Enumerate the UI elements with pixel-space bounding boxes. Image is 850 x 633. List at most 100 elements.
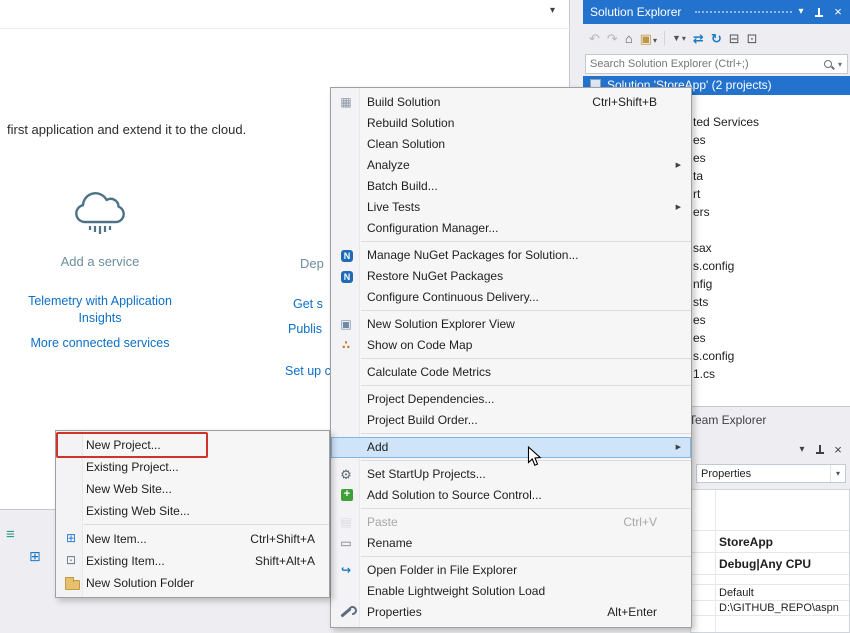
code-map-icon	[336, 335, 356, 356]
property-value[interactable]: D:\GITHUB_REPO\aspn	[691, 600, 849, 616]
menu-separator	[361, 310, 691, 311]
more-connected-services-link[interactable]: More connected services	[10, 336, 190, 350]
solution-explorer-titlebar: Solution Explorer ▾ ×	[583, 0, 850, 24]
add-service-label: Add a service	[20, 254, 180, 269]
property-value[interactable]: Default	[691, 584, 849, 600]
existing-item-icon	[61, 550, 81, 571]
solution-context-menu: Build SolutionCtrl+Shift+B Rebuild Solut…	[330, 87, 692, 628]
menu-item-project-dependencies[interactable]: Project Dependencies...	[331, 389, 691, 410]
submenu-item-new-solution-folder[interactable]: New Solution Folder	[56, 572, 329, 594]
publish-link-fragment[interactable]: Publis	[288, 322, 322, 336]
menu-item-build-solution[interactable]: Build SolutionCtrl+Shift+B	[331, 92, 691, 113]
menu-separator	[361, 358, 691, 359]
submenu-item-existing-item[interactable]: Existing Item...Shift+Alt+A	[56, 550, 329, 572]
build-icon	[336, 92, 356, 113]
set-up-link-fragment[interactable]: Set up c	[285, 364, 331, 378]
property-value[interactable]: Debug|Any CPU	[691, 552, 849, 574]
search-input[interactable]	[586, 58, 824, 70]
menu-item-configure-continuous-delivery[interactable]: Configure Continuous Delivery...	[331, 287, 691, 308]
menu-item-manage-nuget[interactable]: Manage NuGet Packages for Solution...	[331, 245, 691, 266]
collapse-all-icon[interactable]: ⊟	[729, 32, 740, 45]
list-icon[interactable]: ≡	[6, 526, 15, 543]
properties-pages-icon[interactable]: ⊡	[747, 32, 758, 45]
open-folder-icon	[336, 560, 356, 581]
pin-icon[interactable]	[810, 0, 828, 24]
menu-item-analyze[interactable]: Analyze	[331, 155, 691, 176]
properties-titlebar: ▾ ×	[690, 438, 850, 464]
submenu-item-existing-project[interactable]: Existing Project...	[56, 456, 329, 478]
new-view-icon	[336, 314, 356, 335]
rename-icon	[336, 533, 356, 554]
property-value[interactable]: StoreApp	[691, 530, 849, 552]
menu-item-calculate-code-metrics[interactable]: Calculate Code Metrics	[331, 362, 691, 383]
new-item-icon	[61, 528, 81, 549]
vs-window: ▾ first application and extend it to the…	[0, 0, 850, 633]
toolbar-separator	[664, 31, 665, 45]
mouse-cursor	[527, 446, 542, 468]
home-icon[interactable]: ⌂	[625, 32, 633, 45]
search-box: ▾	[585, 54, 848, 74]
menu-item-rename[interactable]: Rename	[331, 533, 691, 554]
menu-item-enable-lightweight-solution-load[interactable]: Enable Lightweight Solution Load	[331, 581, 691, 602]
get-started-link-fragment[interactable]: Get s	[293, 297, 323, 311]
submenu-item-existing-web-site[interactable]: Existing Web Site...	[56, 500, 329, 522]
nuget-icon	[336, 245, 356, 266]
window-position-icon[interactable]: ▾	[794, 442, 810, 458]
toolbar-divider	[0, 28, 570, 29]
back-icon[interactable]: ↶	[589, 32, 600, 45]
menu-item-add[interactable]: Add	[331, 437, 691, 458]
wrench-icon	[336, 602, 356, 623]
gear-icon	[336, 464, 356, 485]
solution-explorer-title: Solution Explorer	[590, 5, 681, 19]
menu-item-restore-nuget[interactable]: Restore NuGet Packages	[331, 266, 691, 287]
start-page-intro-text: first application and extend it to the c…	[7, 122, 246, 137]
menu-item-properties[interactable]: PropertiesAlt+Enter	[331, 602, 691, 623]
menu-item-rebuild-solution[interactable]: Rebuild Solution	[331, 113, 691, 134]
menu-item-live-tests[interactable]: Live Tests	[331, 197, 691, 218]
source-control-plus-icon	[336, 485, 356, 506]
filter-icon[interactable]: ▼	[672, 34, 686, 43]
sync-icon[interactable]: ⇄	[693, 32, 704, 45]
menu-item-set-startup-projects[interactable]: Set StartUp Projects...	[331, 464, 691, 485]
submenu-item-new-web-site[interactable]: New Web Site...	[56, 478, 329, 500]
document-dropdown-icon[interactable]: ▾	[550, 5, 555, 16]
refresh-icon[interactable]: ↻	[711, 32, 722, 45]
properties-object-combo[interactable]: Properties ▾	[696, 464, 846, 483]
properties-grid: StoreApp Debug|Any CPU Default D:\GITHUB…	[690, 489, 850, 633]
combo-value: Properties	[697, 468, 830, 480]
new-folder-icon	[61, 572, 81, 593]
telemetry-link[interactable]: Telemetry with Application Insights	[10, 293, 190, 327]
window-position-icon[interactable]: ▾	[792, 0, 810, 24]
menu-separator	[361, 433, 691, 434]
titlebar-grip	[695, 11, 792, 13]
menu-item-configuration-manager[interactable]: Configuration Manager...	[331, 218, 691, 239]
menu-item-show-on-code-map[interactable]: Show on Code Map	[331, 335, 691, 356]
chevron-down-icon[interactable]: ▾	[830, 465, 845, 482]
grid-icon[interactable]: ⊞	[29, 548, 41, 565]
menu-item-open-folder-in-file-explorer[interactable]: Open Folder in File Explorer	[331, 560, 691, 581]
menu-item-add-solution-to-source-control[interactable]: Add Solution to Source Control...	[331, 485, 691, 506]
menu-separator	[361, 241, 691, 242]
forward-icon[interactable]: ↷	[607, 32, 618, 45]
paste-icon	[336, 512, 356, 533]
search-row: ▾	[583, 52, 850, 76]
pin-icon[interactable]	[812, 442, 828, 458]
menu-separator	[361, 385, 691, 386]
menu-separator	[361, 556, 691, 557]
menu-item-new-solution-explorer-view[interactable]: New Solution Explorer View	[331, 314, 691, 335]
menu-separator	[361, 508, 691, 509]
switch-views-icon[interactable]: ▣	[640, 32, 657, 45]
close-icon[interactable]: ×	[829, 0, 847, 24]
menu-item-batch-build[interactable]: Batch Build...	[331, 176, 691, 197]
cloud-service-icon	[68, 182, 132, 234]
menu-item-clean-solution[interactable]: Clean Solution	[331, 134, 691, 155]
submenu-item-new-item[interactable]: New Item...Ctrl+Shift+A	[56, 528, 329, 550]
search-dropdown-icon[interactable]: ▾	[838, 60, 847, 69]
menu-item-project-build-order[interactable]: Project Build Order...	[331, 410, 691, 431]
search-icon[interactable]	[824, 60, 832, 68]
menu-separator	[361, 460, 691, 461]
menu-item-paste[interactable]: PasteCtrl+V	[331, 512, 691, 533]
close-icon[interactable]: ×	[830, 442, 846, 458]
tab-team-explorer[interactable]: Team Explorer	[683, 407, 766, 433]
column2-heading-fragment: Dep	[300, 256, 324, 271]
